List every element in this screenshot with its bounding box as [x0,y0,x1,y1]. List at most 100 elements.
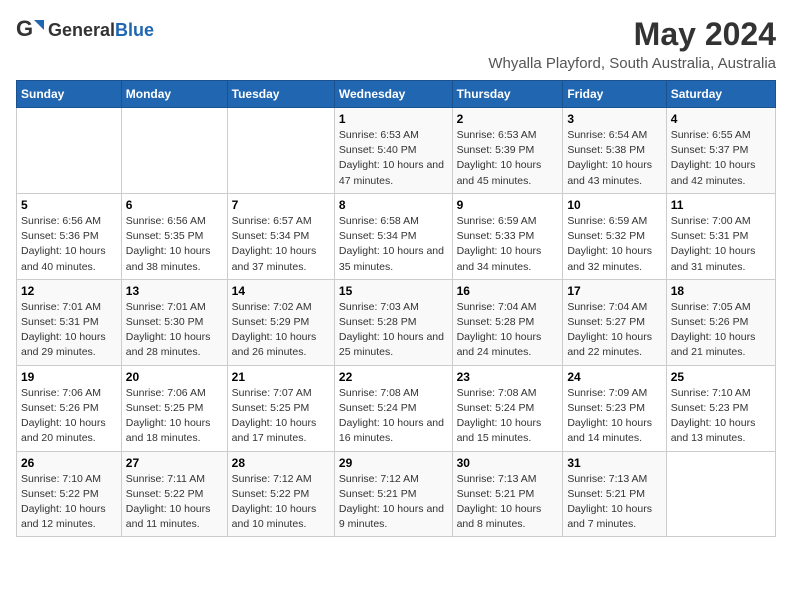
calendar-week-row: 26 Sunrise: 7:10 AMSunset: 5:22 PMDayligh… [17,451,776,537]
day-number: 18 [671,284,771,298]
day-number: 20 [126,370,223,384]
calendar-cell [121,108,227,194]
day-info: Sunrise: 6:57 AMSunset: 5:34 PMDaylight:… [232,214,330,275]
calendar-cell: 7 Sunrise: 6:57 AMSunset: 5:34 PMDaylight… [227,193,334,279]
calendar-body: 1 Sunrise: 6:53 AMSunset: 5:40 PMDaylight… [17,108,776,537]
calendar-cell: 18 Sunrise: 7:05 AMSunset: 5:26 PMDayligh… [666,279,775,365]
calendar-cell: 17Sunrise: 7:04 AMSunset: 5:27 PMDayligh… [563,279,666,365]
day-number: 9 [457,198,559,212]
day-number: 3 [567,112,661,126]
day-info: Sunrise: 6:56 AMSunset: 5:35 PMDaylight:… [126,214,223,275]
calendar-cell: 27 Sunrise: 7:11 AMSunset: 5:22 PMDayligh… [121,451,227,537]
header-day: Monday [121,81,227,108]
calendar-cell: 20 Sunrise: 7:06 AMSunset: 5:25 PMDayligh… [121,365,227,451]
logo-icon: G [16,16,44,44]
calendar-cell: 29Sunrise: 7:12 AMSunset: 5:21 PMDayligh… [334,451,452,537]
day-number: 6 [126,198,223,212]
day-number: 11 [671,198,771,212]
calendar-week-row: 1 Sunrise: 6:53 AMSunset: 5:40 PMDaylight… [17,108,776,194]
day-info: Sunrise: 7:08 AMSunset: 5:24 PMDaylight:… [339,386,448,447]
calendar-cell: 19 Sunrise: 7:06 AMSunset: 5:26 PMDayligh… [17,365,122,451]
calendar-cell: 30 Sunrise: 7:13 AMSunset: 5:21 PMDayligh… [452,451,563,537]
header-day: Wednesday [334,81,452,108]
calendar-week-row: 19 Sunrise: 7:06 AMSunset: 5:26 PMDayligh… [17,365,776,451]
day-info: Sunrise: 7:03 AMSunset: 5:28 PMDaylight:… [339,300,448,361]
day-number: 27 [126,456,223,470]
day-number: 24 [567,370,661,384]
day-number: 10 [567,198,661,212]
calendar-cell: 22 Sunrise: 7:08 AMSunset: 5:24 PMDayligh… [334,365,452,451]
page-header: G GeneralBlue May 2024 Whyalla Playford,… [16,16,776,72]
day-number: 19 [21,370,117,384]
calendar-table: SundayMondayTuesdayWednesdayThursdayFrid… [16,80,776,537]
header-day: Saturday [666,81,775,108]
day-number: 23 [457,370,559,384]
day-number: 8 [339,198,448,212]
calendar-header: SundayMondayTuesdayWednesdayThursdayFrid… [17,81,776,108]
day-info: Sunrise: 7:07 AMSunset: 5:25 PMDaylight:… [232,386,330,447]
day-info: Sunrise: 7:00 AMSunset: 5:31 PMDaylight:… [671,214,771,275]
calendar-cell: 1 Sunrise: 6:53 AMSunset: 5:40 PMDaylight… [334,108,452,194]
calendar-cell: 21Sunrise: 7:07 AMSunset: 5:25 PMDayligh… [227,365,334,451]
subtitle: Whyalla Playford, South Australia, Austr… [488,55,776,72]
day-info: Sunrise: 7:13 AMSunset: 5:21 PMDaylight:… [457,472,559,533]
logo-blue: Blue [115,20,154,40]
day-info: Sunrise: 6:54 AMSunset: 5:38 PMDaylight:… [567,128,661,189]
calendar-cell: 2Sunrise: 6:53 AMSunset: 5:39 PMDaylight… [452,108,563,194]
day-info: Sunrise: 7:04 AMSunset: 5:28 PMDaylight:… [457,300,559,361]
main-title: May 2024 [488,16,776,53]
day-info: Sunrise: 7:01 AMSunset: 5:31 PMDaylight:… [21,300,117,361]
day-info: Sunrise: 7:05 AMSunset: 5:26 PMDaylight:… [671,300,771,361]
calendar-cell: 31 Sunrise: 7:13 AMSunset: 5:21 PMDayligh… [563,451,666,537]
day-number: 1 [339,112,448,126]
day-info: Sunrise: 7:06 AMSunset: 5:25 PMDaylight:… [126,386,223,447]
calendar-cell: 12Sunrise: 7:01 AMSunset: 5:31 PMDayligh… [17,279,122,365]
calendar-cell [666,451,775,537]
day-info: Sunrise: 7:11 AMSunset: 5:22 PMDaylight:… [126,472,223,533]
calendar-cell: 4Sunrise: 6:55 AMSunset: 5:37 PMDaylight… [666,108,775,194]
day-number: 17 [567,284,661,298]
day-info: Sunrise: 7:10 AMSunset: 5:22 PMDaylight:… [21,472,117,533]
day-info: Sunrise: 7:10 AMSunset: 5:23 PMDaylight:… [671,386,771,447]
logo-general: General [48,20,115,40]
day-number: 26 [21,456,117,470]
day-info: Sunrise: 6:59 AMSunset: 5:33 PMDaylight:… [457,214,559,275]
header-day: Sunday [17,81,122,108]
calendar-cell: 28 Sunrise: 7:12 AMSunset: 5:22 PMDayligh… [227,451,334,537]
day-number: 5 [21,198,117,212]
day-info: Sunrise: 6:59 AMSunset: 5:32 PMDaylight:… [567,214,661,275]
calendar-week-row: 12Sunrise: 7:01 AMSunset: 5:31 PMDayligh… [17,279,776,365]
day-info: Sunrise: 6:58 AMSunset: 5:34 PMDaylight:… [339,214,448,275]
calendar-cell: 8 Sunrise: 6:58 AMSunset: 5:34 PMDaylight… [334,193,452,279]
calendar-cell [17,108,122,194]
header-day: Friday [563,81,666,108]
day-number: 30 [457,456,559,470]
day-number: 31 [567,456,661,470]
day-info: Sunrise: 7:12 AMSunset: 5:21 PMDaylight:… [339,472,448,533]
day-number: 15 [339,284,448,298]
calendar-cell: 11 Sunrise: 7:00 AMSunset: 5:31 PMDayligh… [666,193,775,279]
day-info: Sunrise: 7:13 AMSunset: 5:21 PMDaylight:… [567,472,661,533]
day-number: 2 [457,112,559,126]
calendar-cell: 23Sunrise: 7:08 AMSunset: 5:24 PMDayligh… [452,365,563,451]
calendar-cell: 14Sunrise: 7:02 AMSunset: 5:29 PMDayligh… [227,279,334,365]
day-info: Sunrise: 7:06 AMSunset: 5:26 PMDaylight:… [21,386,117,447]
day-number: 7 [232,198,330,212]
day-info: Sunrise: 6:56 AMSunset: 5:36 PMDaylight:… [21,214,117,275]
day-number: 25 [671,370,771,384]
day-number: 28 [232,456,330,470]
calendar-cell: 15 Sunrise: 7:03 AMSunset: 5:28 PMDayligh… [334,279,452,365]
calendar-cell: 6 Sunrise: 6:56 AMSunset: 5:35 PMDaylight… [121,193,227,279]
day-number: 4 [671,112,771,126]
calendar-cell: 13Sunrise: 7:01 AMSunset: 5:30 PMDayligh… [121,279,227,365]
header-day: Tuesday [227,81,334,108]
title-block: May 2024 Whyalla Playford, South Austral… [488,16,776,72]
day-number: 14 [232,284,330,298]
day-info: Sunrise: 7:12 AMSunset: 5:22 PMDaylight:… [232,472,330,533]
day-number: 16 [457,284,559,298]
calendar-cell: 25 Sunrise: 7:10 AMSunset: 5:23 PMDayligh… [666,365,775,451]
day-number: 13 [126,284,223,298]
day-number: 22 [339,370,448,384]
logo: G GeneralBlue [16,16,154,44]
day-info: Sunrise: 6:53 AMSunset: 5:40 PMDaylight:… [339,128,448,189]
